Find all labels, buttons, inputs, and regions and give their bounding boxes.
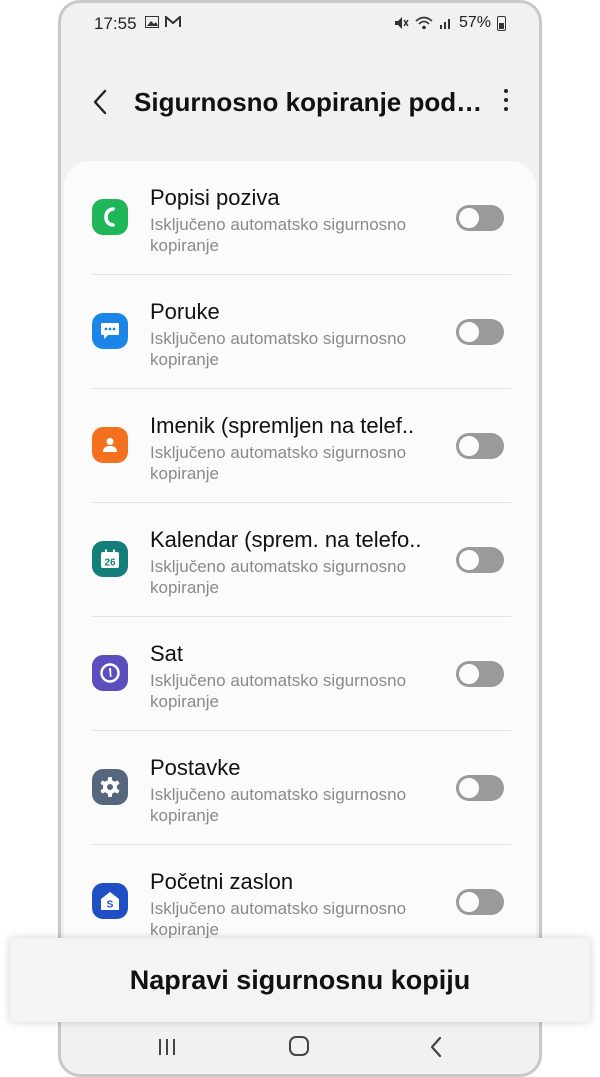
item-subtitle: Isključeno automatsko sigurnosno kopiran… bbox=[150, 557, 407, 597]
backup-now-button[interactable]: Napravi sigurnosnu kopiju bbox=[10, 938, 590, 1022]
home-screen-icon: S bbox=[92, 883, 128, 919]
signal-icon bbox=[439, 19, 450, 29]
list-item-messages[interactable]: Poruke Isključeno automatsko sigurnosno … bbox=[64, 275, 536, 389]
battery-icon bbox=[497, 15, 506, 31]
phone-icon bbox=[92, 199, 128, 235]
list-item-clock[interactable]: Sat Isključeno automatsko sigurnosno kop… bbox=[64, 617, 536, 731]
item-subtitle: Isključeno automatsko sigurnosno kopiran… bbox=[150, 671, 407, 711]
list-item-call-log[interactable]: Popisi poziva Isključeno automatsko sigu… bbox=[64, 161, 536, 275]
svg-text:26: 26 bbox=[104, 558, 116, 569]
item-subtitle: Isključeno automatsko sigurnosno kopiran… bbox=[150, 215, 407, 255]
item-subtitle: Isključeno automatsko sigurnosno kopiran… bbox=[150, 329, 407, 369]
item-title: Postavke bbox=[150, 755, 241, 780]
backup-toggle[interactable] bbox=[456, 775, 504, 801]
list-item-contacts[interactable]: Imenik (spremljen na telef.. Isključeno … bbox=[64, 389, 536, 503]
item-title: Poruke bbox=[150, 299, 220, 324]
gallery-icon bbox=[145, 16, 159, 28]
item-title: Popisi poziva bbox=[150, 185, 280, 210]
item-title: Početni zaslon bbox=[150, 869, 294, 894]
item-title: Sat bbox=[150, 641, 184, 666]
notification-icons bbox=[145, 14, 182, 32]
item-title: Imenik (spremljen na telef.. bbox=[150, 413, 415, 438]
more-options-icon[interactable] bbox=[501, 89, 511, 115]
status-right: 57% bbox=[394, 14, 506, 32]
back-icon[interactable] bbox=[87, 85, 113, 119]
calendar-icon: 26 bbox=[92, 541, 128, 577]
phone-frame: 17:55 57% Sigurnosno kopiranje pod… Popi… bbox=[58, 0, 542, 1077]
backup-toggle[interactable] bbox=[456, 889, 504, 915]
list-item-calendar[interactable]: 26 Kalendar (sprem. na telefo.. Isključe… bbox=[64, 503, 536, 617]
backup-toggle[interactable] bbox=[456, 661, 504, 687]
battery-percent: 57% bbox=[458, 14, 491, 31]
back-nav-icon[interactable] bbox=[426, 1034, 446, 1060]
home-nav-icon[interactable] bbox=[288, 1035, 310, 1057]
status-bar: 17:55 57% bbox=[61, 3, 539, 45]
list-item-settings[interactable]: Postavke Isključeno automatsko sigurnosn… bbox=[64, 731, 536, 845]
contact-icon bbox=[92, 427, 128, 463]
mute-icon bbox=[394, 17, 409, 29]
mail-icon bbox=[165, 14, 182, 27]
item-subtitle: Isključeno automatsko sigurnosno kopiran… bbox=[150, 785, 407, 825]
wifi-icon bbox=[415, 16, 433, 30]
svg-text:S: S bbox=[107, 900, 114, 911]
item-subtitle: Isključeno automatsko sigurnosno kopiran… bbox=[150, 443, 407, 483]
gear-icon bbox=[92, 769, 128, 805]
clock-icon bbox=[92, 655, 128, 691]
message-icon bbox=[92, 313, 128, 349]
system-nav-bar bbox=[61, 1028, 539, 1068]
backup-toggle[interactable] bbox=[456, 205, 504, 231]
backup-toggle[interactable] bbox=[456, 547, 504, 573]
page-title: Sigurnosno kopiranje pod… bbox=[134, 87, 483, 117]
backup-toggle[interactable] bbox=[456, 433, 504, 459]
backup-items-list: Popisi poziva Isključeno automatsko sigu… bbox=[64, 161, 536, 1021]
backup-toggle[interactable] bbox=[456, 319, 504, 345]
status-time: 17:55 bbox=[94, 14, 137, 33]
item-subtitle: Isključeno automatsko sigurnosno kopiran… bbox=[150, 899, 407, 939]
app-bar: Sigurnosno kopiranje pod… bbox=[61, 73, 539, 133]
recent-apps-icon[interactable] bbox=[156, 1036, 178, 1058]
item-title: Kalendar (sprem. na telefo.. bbox=[150, 527, 422, 552]
